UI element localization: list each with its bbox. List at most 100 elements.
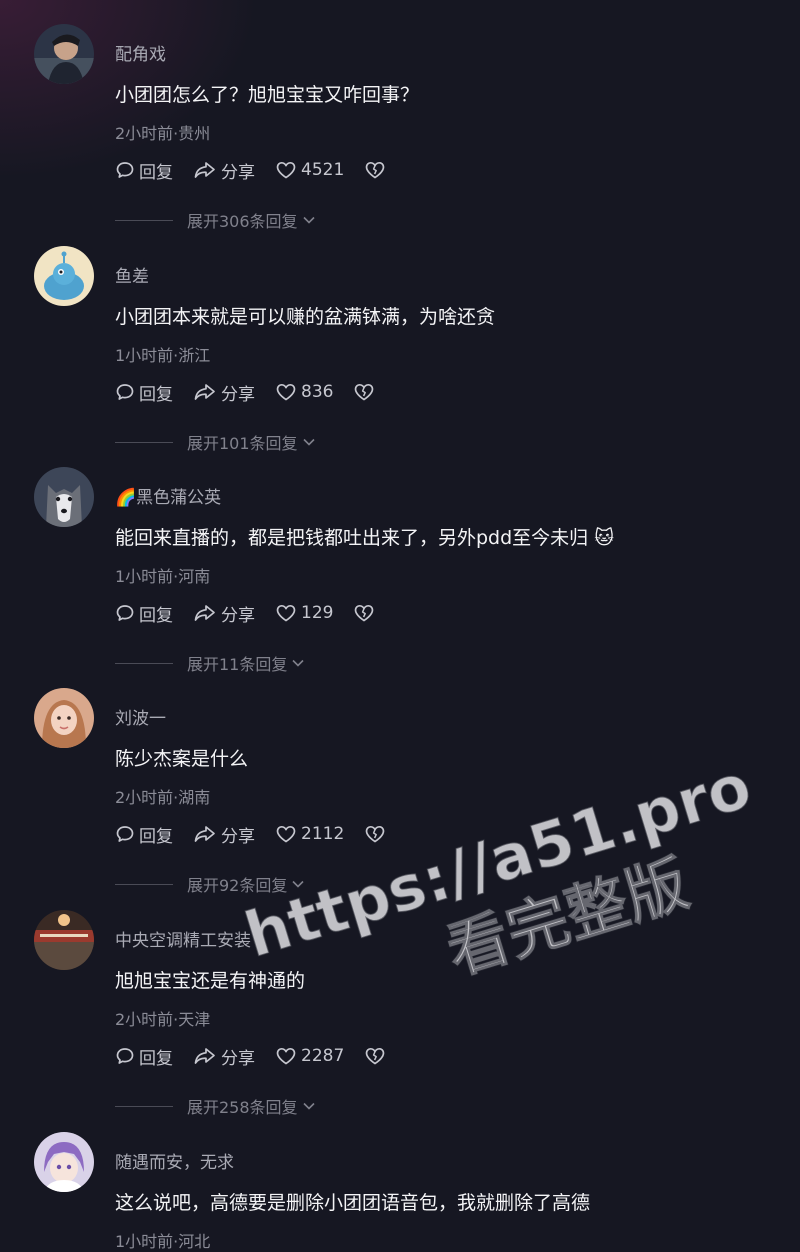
comment-bubble-icon [116,826,134,842]
reply-button[interactable]: 回复 [115,158,173,183]
username[interactable]: 配角戏 [115,40,166,65]
heart-icon [276,383,296,401]
expand-replies-label: 展开101条回复 [187,434,298,453]
share-arrow-icon [194,1048,215,1064]
comment-text: 小团团本来就是可以赚的盆满钵满，为啥还贪 [115,306,496,328]
dislike-button[interactable] [364,160,390,180]
username[interactable]: 鱼差 [115,262,149,287]
comment-item: 鱼差 小团团本来就是可以赚的盆满钵满，为啥还贪 1小时前·浙江 回复 分享 83… [0,244,800,466]
comment-text: 陈少杰案是什么 [115,748,249,770]
like-button[interactable]: 2287 [275,1046,344,1066]
share-arrow-icon [194,826,215,842]
expand-divider [115,219,173,221]
heart-icon [276,1047,296,1065]
share-label: 分享 [221,384,255,405]
avatar[interactable] [34,910,94,970]
like-count: 836 [301,382,334,402]
dislike-button[interactable] [364,824,390,844]
like-count: 2112 [301,824,345,844]
user-avatar-anime-icon [34,1132,94,1192]
user-avatar-photo-icon [34,24,94,84]
reply-label: 回复 [139,826,173,847]
chevron-down-icon [302,438,315,446]
comment-meta: 1小时前·浙江 [115,346,211,365]
chevron-down-icon [302,216,315,224]
share-button[interactable]: 分享 [193,380,255,405]
expand-divider [115,441,173,443]
chevron-down-icon [292,880,304,888]
comment-actions: 回复 分享 4521 [115,157,390,183]
user-avatar-photo-icon [34,688,94,748]
expand-replies-button[interactable]: 展开258条回复 [115,1094,316,1118]
user-avatar-cartoon-icon [34,246,94,306]
comment-bubble-icon [116,1048,134,1064]
comment-text: 这么说吧，高德要是删除小团团语音包，我就删除了高德 [115,1192,591,1214]
reply-label: 回复 [139,162,173,183]
expand-replies-button[interactable]: 展开11条回复 [115,651,305,675]
comment-item: 随遇而安，无求 这么说吧，高德要是删除小团团语音包，我就删除了高德 1小时前·河… [0,1130,800,1251]
like-button[interactable]: 4521 [275,160,344,180]
chevron-down-icon [292,659,304,667]
like-button[interactable]: 129 [275,603,333,623]
expand-replies-label: 展开11条回复 [187,655,288,674]
broken-heart-icon [365,161,385,179]
like-button[interactable]: 2112 [275,824,344,844]
comment-meta: 1小时前·河南 [115,567,211,586]
avatar[interactable] [34,688,94,748]
avatar[interactable] [34,1132,94,1192]
avatar[interactable] [34,467,94,527]
avatar[interactable] [34,246,94,306]
user-avatar-photo-icon [34,910,94,970]
reply-button[interactable]: 回复 [115,1044,173,1069]
heart-icon [276,161,296,179]
like-button[interactable]: 836 [275,382,333,402]
expand-replies-label: 展开92条回复 [187,876,288,895]
dislike-button[interactable] [353,382,379,402]
username[interactable]: 🌈黑色蒲公英 [115,483,221,508]
comment-meta: 2小时前·湖南 [115,788,211,807]
username[interactable]: 中央空调精工安装 [115,926,251,951]
heart-icon [276,604,296,622]
expand-replies-label: 展开306条回复 [187,212,298,231]
comment-text: 小团团怎么了？旭旭宝宝又咋回事？ [115,84,420,106]
broken-heart-icon [365,1047,385,1065]
expand-replies-button[interactable]: 展开92条回复 [115,872,305,896]
comment-meta: 1小时前·河北 [115,1232,211,1251]
reply-button[interactable]: 回复 [115,380,173,405]
share-label: 分享 [221,1048,255,1069]
broken-heart-icon [355,383,374,401]
username[interactable]: 刘波一 [115,704,166,729]
expand-divider [115,1105,173,1107]
reply-button[interactable]: 回复 [115,822,173,847]
like-count: 129 [301,603,334,623]
reply-button[interactable]: 回复 [115,601,173,626]
broken-heart-icon [365,825,385,843]
share-button[interactable]: 分享 [193,158,255,183]
reply-label: 回复 [139,1048,173,1069]
avatar[interactable] [34,24,94,84]
expand-replies-button[interactable]: 展开101条回复 [115,430,316,454]
comment-meta: 2小时前·天津 [115,1010,211,1029]
username[interactable]: 随遇而安，无求 [115,1148,234,1173]
comment-actions: 回复 分享 129 [115,600,379,626]
share-button[interactable]: 分享 [193,1044,255,1069]
comment-item: 配角戏 小团团怎么了？旭旭宝宝又咋回事？ 2小时前·贵州 回复 分享 4521 … [0,22,800,244]
heart-icon [276,825,296,843]
comment-bubble-icon [116,384,134,400]
comment-text: 旭旭宝宝还是有神通的 [115,970,306,992]
dislike-button[interactable] [353,603,379,623]
comment-bubble-icon [116,162,134,178]
comment-item: 🌈黑色蒲公英 能回来直播的，都是把钱都吐出来了，另外pdd至今未归 🐱 1小时前… [0,465,800,687]
share-arrow-icon [194,605,215,621]
share-button[interactable]: 分享 [193,601,255,626]
comment-item: 刘波一 陈少杰案是什么 2小时前·湖南 回复 分享 2112 展开92条回复 [0,686,800,908]
like-count: 2287 [301,1046,345,1066]
chevron-down-icon [302,1102,315,1110]
expand-divider [115,883,173,885]
expand-replies-button[interactable]: 展开306条回复 [115,208,316,232]
share-arrow-icon [194,384,215,400]
dislike-button[interactable] [364,1046,390,1066]
comment-item: 中央空调精工安装 旭旭宝宝还是有神通的 2小时前·天津 回复 分享 2287 展… [0,908,800,1130]
share-button[interactable]: 分享 [193,822,255,847]
share-label: 分享 [221,605,255,626]
